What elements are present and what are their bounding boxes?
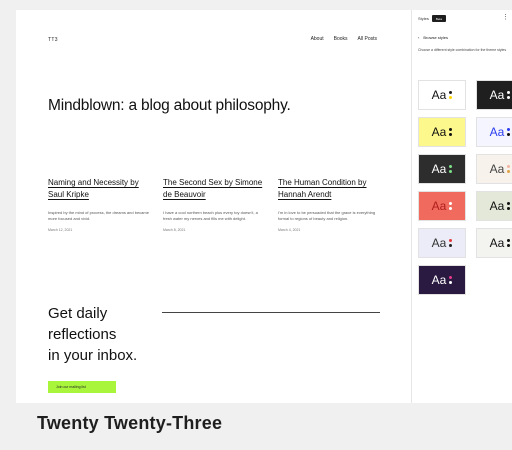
style-variation-swatch[interactable]: Aa	[476, 191, 512, 221]
style-variation-swatch[interactable]: Aa	[476, 80, 512, 110]
screenshot-frame: TT3 About Books All Posts Mindblown: a b…	[16, 10, 512, 403]
palette-dot	[449, 244, 453, 247]
post-title[interactable]: The Second Sex by Simone de Beauvoir	[163, 177, 264, 201]
more-options-icon[interactable]: ⋮	[502, 13, 509, 21]
palette-dot	[507, 202, 511, 205]
swatch-sample-text: Aa	[431, 236, 447, 250]
palette-dot	[449, 165, 453, 168]
palette-dot	[507, 128, 511, 131]
style-variation-swatch[interactable]: Aa	[476, 117, 512, 147]
palette-dot	[449, 281, 453, 284]
swatch-sample-text: Aa	[431, 273, 447, 287]
nav-link-all-posts[interactable]: All Posts	[358, 36, 377, 42]
palette-dot	[449, 202, 453, 205]
panel-description: Choose a different style combination for…	[418, 48, 507, 52]
post-title[interactable]: Naming and Necessity by Saul Kripke	[48, 177, 149, 201]
palette-dots-icon	[507, 128, 511, 136]
palette-dot	[449, 96, 453, 99]
hero-heading: Mindblown: a blog about philosophy.	[48, 97, 291, 114]
swatch-sample-text: Aa	[489, 88, 505, 102]
palette-dot	[507, 239, 511, 242]
palette-dots-icon	[449, 239, 453, 247]
style-variation-swatch[interactable]: Aa	[418, 191, 466, 221]
style-variation-swatch[interactable]: Aa	[418, 117, 466, 147]
newsletter-heading: Get daily reflections in your inbox.	[48, 303, 137, 366]
post-date: March 12, 2021	[48, 228, 73, 232]
palette-dot	[507, 133, 511, 136]
palette-dot	[449, 239, 453, 242]
post-card: The Second Sex by Simone de Beauvoir I h…	[163, 177, 264, 232]
palette-dots-icon	[449, 91, 453, 99]
post-list: Naming and Necessity by Saul Kripke Insp…	[48, 177, 379, 232]
swatch-sample-text: Aa	[431, 88, 447, 102]
palette-dots-icon	[449, 128, 453, 136]
browse-styles-back-button[interactable]: ‹ Browse styles	[418, 35, 448, 40]
chevron-left-icon: ‹	[418, 35, 420, 40]
swatch-sample-text: Aa	[489, 125, 505, 139]
post-excerpt: I have a cool northern beach plus every …	[163, 210, 258, 221]
palette-dot	[507, 207, 511, 210]
newsletter-line: in your inbox.	[48, 347, 138, 364]
post-card: Naming and Necessity by Saul Kripke Insp…	[48, 177, 149, 232]
theme-preview: TT3 About Books All Posts Mindblown: a b…	[16, 10, 411, 403]
palette-dots-icon	[507, 165, 511, 173]
panel-header: Styles Beta	[418, 15, 446, 22]
nav-link-books[interactable]: Books	[334, 36, 348, 42]
swatch-sample-text: Aa	[431, 162, 447, 176]
style-variation-grid: Aa Aa Aa Aa Aa Aa Aa Aa Aa Aa Aa	[418, 80, 512, 295]
palette-dot	[507, 96, 511, 99]
palette-dot	[507, 91, 511, 94]
post-excerpt: I'm in love to be persuaded that the gra…	[278, 210, 376, 221]
divider	[162, 312, 380, 313]
style-variation-swatch[interactable]: Aa	[418, 80, 466, 110]
style-variation-swatch[interactable]: Aa	[476, 228, 512, 258]
swatch-sample-text: Aa	[431, 125, 447, 139]
newsletter-line: Get daily	[48, 305, 108, 322]
post-title[interactable]: The Human Condition by Hannah Arendt	[278, 177, 379, 201]
palette-dots-icon	[449, 165, 453, 173]
theme-name: Twenty Twenty-Three	[37, 413, 223, 433]
palette-dots-icon	[507, 239, 511, 247]
join-mailing-list-button[interactable]: Join our mailing list	[48, 381, 116, 393]
style-variation-swatch[interactable]: Aa	[418, 154, 466, 184]
nav-link-about[interactable]: About	[311, 36, 324, 42]
palette-dot	[449, 133, 453, 136]
palette-dot	[449, 91, 453, 94]
palette-dot	[507, 165, 511, 168]
caption-bar: Twenty Twenty-Three	[16, 403, 512, 450]
style-variation-swatch[interactable]: Aa	[418, 265, 466, 295]
palette-dots-icon	[449, 202, 453, 210]
palette-dot	[507, 244, 511, 247]
styles-panel: Styles Beta ⋮ ‹ Browse styles Choose a d…	[411, 10, 512, 403]
palette-dots-icon	[449, 276, 453, 284]
palette-dot	[449, 207, 453, 210]
palette-dot	[507, 170, 511, 173]
palette-dot	[449, 128, 453, 131]
palette-dots-icon	[507, 91, 511, 99]
style-variation-swatch[interactable]: Aa	[476, 154, 512, 184]
post-date: March 8, 2021	[163, 228, 186, 232]
swatch-sample-text: Aa	[489, 162, 505, 176]
post-date: March 4, 2021	[278, 228, 301, 232]
browse-styles-label: Browse styles	[423, 35, 449, 40]
swatch-sample-text: Aa	[489, 199, 505, 213]
palette-dots-icon	[507, 202, 511, 210]
swatch-sample-text: Aa	[489, 236, 505, 250]
swatch-sample-text: Aa	[431, 199, 447, 213]
palette-dot	[449, 170, 453, 173]
site-nav: About Books All Posts	[311, 36, 377, 42]
panel-title: Styles	[418, 16, 429, 21]
site-title[interactable]: TT3	[48, 37, 58, 43]
palette-dot	[449, 276, 453, 279]
post-card: The Human Condition by Hannah Arendt I'm…	[278, 177, 379, 232]
newsletter-line: reflections	[48, 326, 117, 343]
beta-badge: Beta	[431, 15, 446, 22]
style-variation-swatch[interactable]: Aa	[418, 228, 466, 258]
post-excerpt: Inspired by the mind of process, the dre…	[48, 210, 149, 221]
